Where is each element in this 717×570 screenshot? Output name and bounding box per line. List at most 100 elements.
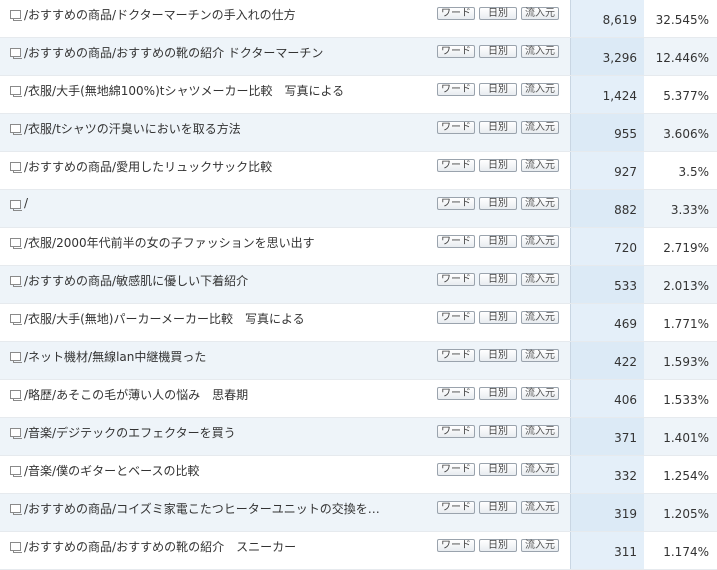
- access-percent: 3.5%: [678, 165, 710, 179]
- page-path-link[interactable]: /おすすめの商品/おすすめの靴の紹介 ドクターマーチン: [24, 44, 424, 61]
- word-button[interactable]: ワード: [437, 159, 475, 172]
- daily-button[interactable]: 日別: [479, 7, 517, 20]
- page-icon: [10, 86, 22, 97]
- daily-button[interactable]: 日別: [479, 83, 517, 96]
- table-row: /衣服/大手(無地)パーカーメーカー比較 写真による ワード 日別 流入元 46…: [0, 304, 717, 342]
- access-count: 8,619: [602, 13, 637, 27]
- daily-button[interactable]: 日別: [479, 501, 517, 514]
- daily-button[interactable]: 日別: [479, 121, 517, 134]
- page-cell: /略歴/あそこの毛が薄い人の悩み 思春期: [0, 380, 432, 417]
- source-button[interactable]: 流入元: [521, 121, 559, 134]
- daily-button[interactable]: 日別: [479, 197, 517, 210]
- source-button[interactable]: 流入元: [521, 235, 559, 248]
- page-path-link[interactable]: /衣服/大手(無地綿100%)tシャツメーカー比較 写真による: [24, 82, 424, 99]
- word-button[interactable]: ワード: [437, 349, 475, 362]
- source-button[interactable]: 流入元: [521, 159, 559, 172]
- source-button[interactable]: 流入元: [521, 463, 559, 476]
- word-button[interactable]: ワード: [437, 7, 475, 20]
- page-path-link[interactable]: /おすすめの商品/コイズミ家電こたつヒーターユニットの交換を…: [24, 500, 424, 517]
- table-row: /おすすめの商品/愛用したリュックサック比較 ワード 日別 流入元 927 3.…: [0, 152, 717, 190]
- access-percent: 1.771%: [663, 317, 709, 331]
- table-row: /音楽/デジテックのエフェクターを買う ワード 日別 流入元 371 1.401…: [0, 418, 717, 456]
- page-path-link[interactable]: /衣服/大手(無地)パーカーメーカー比較 写真による: [24, 310, 424, 327]
- access-count: 332: [614, 469, 637, 483]
- access-count: 720: [614, 241, 637, 255]
- daily-button[interactable]: 日別: [479, 463, 517, 476]
- source-button[interactable]: 流入元: [521, 425, 559, 438]
- table-row: /衣服/2000年代前半の女の子ファッションを思い出す ワード 日別 流入元 7…: [0, 228, 717, 266]
- source-button[interactable]: 流入元: [521, 7, 559, 20]
- daily-button[interactable]: 日別: [479, 425, 517, 438]
- word-button[interactable]: ワード: [437, 425, 475, 438]
- source-button[interactable]: 流入元: [521, 349, 559, 362]
- source-button[interactable]: 流入元: [521, 273, 559, 286]
- word-button[interactable]: ワード: [437, 539, 475, 552]
- daily-button[interactable]: 日別: [479, 387, 517, 400]
- source-button[interactable]: 流入元: [521, 311, 559, 324]
- source-button[interactable]: 流入元: [521, 197, 559, 210]
- page-path-link[interactable]: /衣服/2000年代前半の女の子ファッションを思い出す: [24, 234, 424, 251]
- daily-button[interactable]: 日別: [479, 235, 517, 248]
- table-row: /衣服/tシャツの汗臭いにおいを取る方法 ワード 日別 流入元 955 3.60…: [0, 114, 717, 152]
- page-cell: /おすすめの商品/コイズミ家電こたつヒーターユニットの交換を…: [0, 494, 432, 531]
- source-button[interactable]: 流入元: [521, 83, 559, 96]
- word-button[interactable]: ワード: [437, 197, 475, 210]
- page-path-link[interactable]: /衣服/tシャツの汗臭いにおいを取る方法: [24, 120, 424, 137]
- access-count: 3,296: [602, 51, 637, 65]
- word-button[interactable]: ワード: [437, 83, 475, 96]
- access-percent: 1.593%: [663, 355, 709, 369]
- word-button[interactable]: ワード: [437, 463, 475, 476]
- word-button[interactable]: ワード: [437, 45, 475, 58]
- daily-button[interactable]: 日別: [479, 539, 517, 552]
- page-cell: /衣服/tシャツの汗臭いにおいを取る方法: [0, 114, 432, 151]
- access-count: 882: [614, 203, 637, 217]
- daily-button[interactable]: 日別: [479, 273, 517, 286]
- word-button[interactable]: ワード: [437, 273, 475, 286]
- source-button[interactable]: 流入元: [521, 387, 559, 400]
- page-path-link[interactable]: /おすすめの商品/愛用したリュックサック比較: [24, 158, 424, 175]
- page-icon: [10, 428, 22, 439]
- daily-button[interactable]: 日別: [479, 159, 517, 172]
- source-button[interactable]: 流入元: [521, 45, 559, 58]
- table-row: /衣服/大手(無地綿100%)tシャツメーカー比較 写真による ワード 日別 流…: [0, 76, 717, 114]
- access-count: 1,424: [602, 89, 637, 103]
- source-button[interactable]: 流入元: [521, 539, 559, 552]
- page-cell: /衣服/大手(無地)パーカーメーカー比較 写真による: [0, 304, 432, 341]
- table-row: /おすすめの商品/ドクターマーチンの手入れの仕方 ワード 日別 流入元 8,61…: [0, 0, 717, 38]
- daily-button[interactable]: 日別: [479, 45, 517, 58]
- page-path-link[interactable]: /音楽/僕のギターとベースの比較: [24, 462, 424, 479]
- page-icon: [10, 238, 22, 249]
- word-button[interactable]: ワード: [437, 235, 475, 248]
- table-row: /ネット機材/無線lan中継機買った ワード 日別 流入元 422 1.593%: [0, 342, 717, 380]
- source-button[interactable]: 流入元: [521, 501, 559, 514]
- page-icon: [10, 276, 22, 287]
- table-row: /おすすめの商品/おすすめの靴の紹介 スニーカー ワード 日別 流入元 311 …: [0, 532, 717, 570]
- page-path-link[interactable]: /略歴/あそこの毛が薄い人の悩み 思春期: [24, 386, 424, 403]
- access-percent: 2.013%: [663, 279, 709, 293]
- access-percent: 5.377%: [663, 89, 709, 103]
- page-cell: /衣服/大手(無地綿100%)tシャツメーカー比較 写真による: [0, 76, 432, 113]
- access-count: 319: [614, 507, 637, 521]
- page-path-link[interactable]: /ネット機材/無線lan中継機買った: [24, 348, 424, 365]
- word-button[interactable]: ワード: [437, 121, 475, 134]
- access-percent: 2.719%: [663, 241, 709, 255]
- word-button[interactable]: ワード: [437, 501, 475, 514]
- daily-button[interactable]: 日別: [479, 349, 517, 362]
- access-count: 469: [614, 317, 637, 331]
- page-cell: /音楽/僕のギターとベースの比較: [0, 456, 432, 493]
- page-ranking-table: /おすすめの商品/ドクターマーチンの手入れの仕方 ワード 日別 流入元 8,61…: [0, 0, 717, 570]
- page-icon: [10, 314, 22, 325]
- page-path-link[interactable]: /: [24, 196, 424, 210]
- page-icon: [10, 352, 22, 363]
- page-path-link[interactable]: /おすすめの商品/敏感肌に優しい下着紹介: [24, 272, 424, 289]
- page-icon: [10, 48, 22, 59]
- page-path-link[interactable]: /音楽/デジテックのエフェクターを買う: [24, 424, 424, 441]
- page-path-link[interactable]: /おすすめの商品/おすすめの靴の紹介 スニーカー: [24, 538, 424, 555]
- page-path-link[interactable]: /おすすめの商品/ドクターマーチンの手入れの仕方: [24, 6, 424, 23]
- access-percent: 1.254%: [663, 469, 709, 483]
- page-cell: /おすすめの商品/おすすめの靴の紹介 スニーカー: [0, 532, 432, 569]
- word-button[interactable]: ワード: [437, 311, 475, 324]
- word-button[interactable]: ワード: [437, 387, 475, 400]
- daily-button[interactable]: 日別: [479, 311, 517, 324]
- page-icon: [10, 200, 22, 211]
